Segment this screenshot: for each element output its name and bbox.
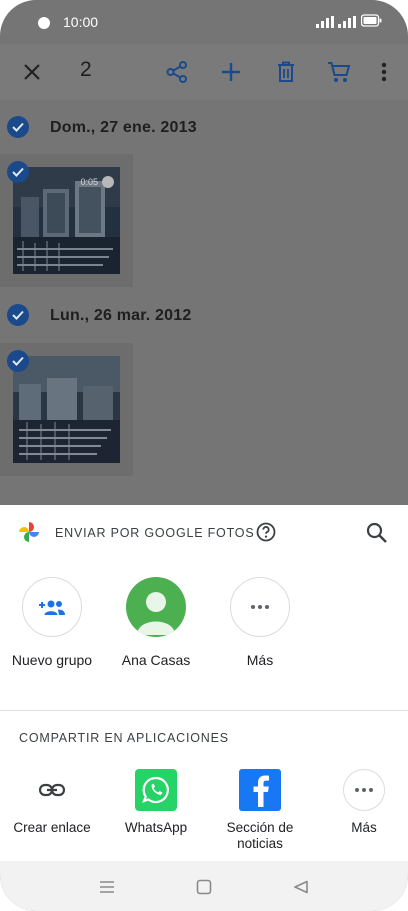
more-contacts-label: Más xyxy=(246,652,274,668)
signal-2-icon xyxy=(338,16,356,28)
back-triangle-icon xyxy=(294,880,308,894)
add-icon xyxy=(222,63,240,81)
more-vert-icon xyxy=(381,62,387,82)
more-horiz-icon xyxy=(355,788,373,792)
trash-icon xyxy=(278,61,294,82)
close-icon xyxy=(24,64,40,80)
whatsapp-icon xyxy=(142,776,169,804)
contact-ana-casas[interactable]: Ana Casas xyxy=(106,577,206,668)
delete-button[interactable] xyxy=(268,54,304,90)
home-square-icon xyxy=(196,879,212,895)
share-icon xyxy=(166,61,187,83)
group-1-date: Dom., 27 ene. 2013 xyxy=(50,119,197,136)
group-1-select-check[interactable] xyxy=(7,116,29,138)
checkmark-icon xyxy=(12,122,24,132)
more-apps-label: Más xyxy=(351,820,377,835)
add-button[interactable] xyxy=(213,54,249,90)
more-apps-option[interactable]: Más xyxy=(312,769,408,836)
home-button[interactable] xyxy=(193,876,215,898)
order-prints-button[interactable] xyxy=(321,54,357,90)
facebook-icon xyxy=(253,775,269,807)
more-contacts-circle xyxy=(230,577,290,637)
harbor-photo-2 xyxy=(13,356,120,463)
menu-icon xyxy=(100,881,114,893)
status-time: 10:00 xyxy=(63,14,99,30)
selection-toolbar: 2 xyxy=(0,44,408,100)
link-icon xyxy=(39,783,65,797)
facebook-option[interactable]: Sección de noticias xyxy=(208,769,312,852)
create-link-label: Crear enlace xyxy=(13,820,91,835)
apps-section-title: COMPARTIR EN APLICACIONES xyxy=(19,731,229,745)
checkmark-icon xyxy=(12,356,24,366)
video-duration: 0:05 xyxy=(80,177,98,187)
new-group-circle xyxy=(22,577,82,637)
google-photos-logo-icon xyxy=(19,522,39,542)
back-button[interactable] xyxy=(290,876,312,898)
photo-1-check[interactable] xyxy=(7,161,29,183)
avatar xyxy=(126,577,186,637)
new-group-label: Nuevo grupo xyxy=(11,652,93,668)
avatar-icon xyxy=(137,592,175,635)
photo-2-check[interactable] xyxy=(7,350,29,372)
photo-thumbnail xyxy=(13,356,120,463)
help-button[interactable] xyxy=(256,522,276,542)
recents-button[interactable] xyxy=(96,876,118,898)
whatsapp-label: WhatsApp xyxy=(124,820,188,835)
photo-grid: Dom., 27 ene. 2013 0:05 Lun., 26 mar. 20… xyxy=(0,100,408,506)
system-navigation-bar xyxy=(0,861,408,911)
checkmark-icon xyxy=(12,167,24,177)
facebook-icon-box xyxy=(239,769,281,811)
new-group-option[interactable]: Nuevo grupo xyxy=(2,577,102,668)
video-thumbnail: 0:05 xyxy=(13,167,120,274)
battery-icon xyxy=(361,14,382,27)
checkmark-icon xyxy=(12,310,24,320)
cart-icon xyxy=(328,62,351,82)
status-bar: 10:00 xyxy=(0,0,408,44)
camera-cutout xyxy=(38,17,50,29)
overflow-menu-button[interactable] xyxy=(366,54,402,90)
more-apps-circle xyxy=(343,769,385,811)
group-2-select-check[interactable] xyxy=(7,304,29,326)
whatsapp-icon-box xyxy=(135,769,177,811)
group-2-date: Lun., 26 mar. 2012 xyxy=(50,307,192,324)
more-contacts-option[interactable]: Más xyxy=(210,577,310,668)
search-button[interactable] xyxy=(366,522,388,544)
section-divider xyxy=(0,710,408,711)
selected-count: 2 xyxy=(80,58,92,81)
help-icon xyxy=(256,522,276,542)
phone-screen: 10:00 2 Dom., 27 ene. 2013 0:05 Lun., 26… xyxy=(0,0,408,911)
photo-tile-1[interactable]: 0:05 xyxy=(0,154,133,287)
share-sheet: ENVIAR POR GOOGLE FOTOS Nuevo grupo Ana … xyxy=(0,505,408,861)
more-horiz-icon xyxy=(251,605,269,609)
create-link-icon-box xyxy=(31,769,73,811)
whatsapp-option[interactable]: WhatsApp xyxy=(104,769,208,836)
share-sheet-title: ENVIAR POR GOOGLE FOTOS xyxy=(55,526,255,540)
signal-icon xyxy=(316,16,334,28)
photo-tile-2[interactable] xyxy=(0,343,133,476)
create-link-option[interactable]: Crear enlace xyxy=(0,769,104,836)
share-button[interactable] xyxy=(159,54,195,90)
contact-label: Ana Casas xyxy=(121,652,191,668)
play-icon xyxy=(102,176,114,188)
close-selection-button[interactable] xyxy=(14,54,50,90)
facebook-label: Sección de noticias xyxy=(226,820,294,851)
search-icon xyxy=(366,522,387,543)
group-add-icon xyxy=(39,600,65,615)
